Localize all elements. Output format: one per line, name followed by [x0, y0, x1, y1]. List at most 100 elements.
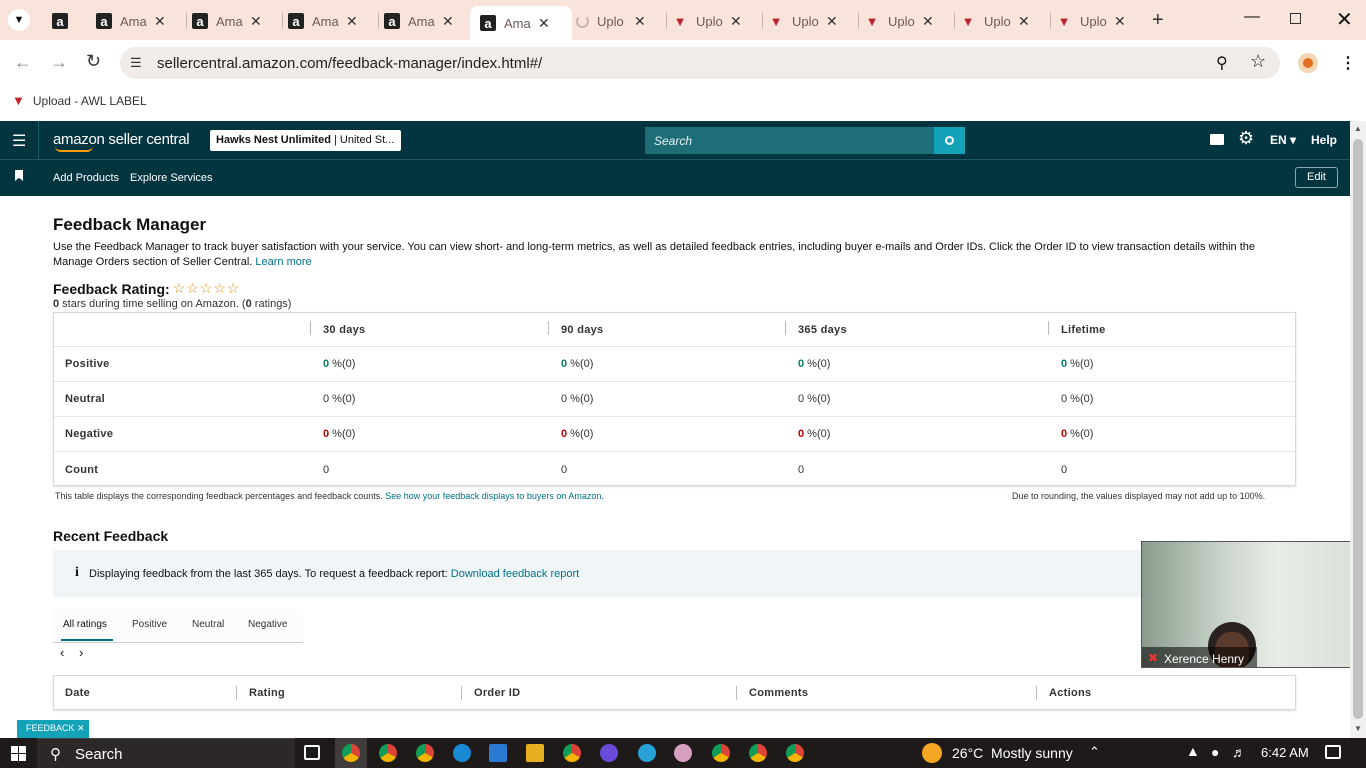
browser-tab[interactable]: a Ama ✕	[92, 6, 182, 36]
clock-time[interactable]: 6:42 AM	[1261, 745, 1309, 760]
tab-close-icon[interactable]: ✕	[442, 13, 454, 30]
browser-tab[interactable]: a Ama ✕	[470, 6, 572, 40]
awl-favicon-icon: ▼	[769, 13, 783, 29]
back-icon[interactable]: ←	[14, 52, 32, 73]
chrome-icon[interactable]	[749, 744, 767, 762]
chrome-icon[interactable]	[342, 744, 360, 762]
browser-tab[interactable]: ▼ Uplo ✕	[764, 6, 854, 36]
file-explorer-icon[interactable]	[526, 744, 544, 762]
tab-positive[interactable]: Positive	[132, 619, 167, 630]
tab-title: Ama	[312, 13, 339, 29]
chrome-icon[interactable]	[416, 744, 434, 762]
scroll-down-icon[interactable]: ▼	[1354, 724, 1362, 733]
minimize-icon[interactable]: —	[1244, 8, 1260, 26]
tab-all-ratings[interactable]: All ratings	[63, 619, 107, 630]
zoom-icon[interactable]: ⚲	[1216, 53, 1228, 73]
tab-negative[interactable]: Negative	[248, 619, 287, 630]
browser-tab[interactable]: a	[48, 6, 76, 36]
browser-tab[interactable]: ▼ Uplo ✕	[956, 6, 1046, 36]
microphone-icon[interactable]: ●	[1211, 744, 1219, 760]
table-cell: 0	[561, 464, 567, 476]
video-call-tile[interactable]: ✖ Xerence Henry	[1141, 541, 1366, 668]
task-view-icon[interactable]	[304, 745, 320, 760]
buyer-display-link[interactable]: See how your feedback displays to buyers…	[385, 491, 604, 501]
gear-icon[interactable]: ⚙	[1238, 128, 1254, 149]
chrome-icon[interactable]	[786, 744, 804, 762]
slack-icon[interactable]	[674, 744, 692, 762]
bookmark-nav-icon[interactable]	[15, 170, 23, 181]
scroll-up-icon[interactable]: ▲	[1354, 124, 1362, 133]
browser-tab[interactable]: ▼ Uplo ✕	[1052, 6, 1142, 36]
help-link[interactable]: Help	[1311, 133, 1337, 147]
feedback-sticky-tab[interactable]: FEEDBACK ✕	[17, 720, 89, 738]
learn-more-link[interactable]: Learn more	[255, 256, 311, 268]
column-header[interactable]: Date	[65, 687, 90, 699]
new-tab-button[interactable]: +	[1152, 9, 1164, 32]
address-bar[interactable]: ☰ sellercentral.amazon.com/feedback-mana…	[120, 47, 1280, 79]
browser-tab[interactable]: a Ama ✕	[380, 6, 470, 36]
browser-tab[interactable]: ▼ Uplo ✕	[860, 6, 950, 36]
browser-tab[interactable]: Uplo ✕	[572, 6, 662, 36]
column-header[interactable]: Actions	[1049, 687, 1091, 699]
tab-close-icon[interactable]: ✕	[826, 13, 838, 30]
site-info-icon[interactable]: ☰	[130, 55, 142, 71]
bookmark-awl[interactable]: ▼ Upload - AWL LABEL	[12, 93, 147, 108]
tab-close-icon[interactable]: ✕	[346, 13, 358, 30]
download-report-link[interactable]: Download feedback report	[451, 568, 579, 580]
zoom-icon[interactable]	[600, 744, 618, 762]
chrome-icon[interactable]	[712, 744, 730, 762]
browser-tab[interactable]: a Ama ✕	[284, 6, 374, 36]
tab-close-icon[interactable]: ✕	[1114, 13, 1126, 30]
forward-icon[interactable]: →	[50, 52, 68, 73]
browser-menu-icon[interactable]: ⋮	[1340, 53, 1356, 73]
column-header[interactable]: Rating	[249, 687, 285, 699]
volume-icon[interactable]: ♬	[1232, 744, 1246, 760]
scroll-left-icon[interactable]: ‹	[60, 645, 64, 660]
nav-add-products[interactable]: Add Products	[53, 172, 119, 184]
column-header[interactable]: Order ID	[474, 687, 520, 699]
mail-icon[interactable]	[1210, 134, 1224, 145]
store-selector[interactable]: Hawks Nest Unlimited | United St...	[210, 130, 401, 151]
search-button[interactable]	[934, 127, 965, 154]
language-selector[interactable]: EN ▾	[1270, 133, 1296, 147]
hamburger-menu-icon[interactable]: ☰	[12, 131, 26, 151]
chrome-icon[interactable]	[563, 744, 581, 762]
close-icon[interactable]: ✕	[77, 723, 85, 733]
tab-separator	[954, 13, 955, 29]
wifi-icon[interactable]: ▲	[1186, 743, 1200, 759]
edit-nav-button[interactable]: Edit	[1295, 167, 1338, 188]
browser-tab[interactable]: a Ama ✕	[188, 6, 278, 36]
tab-close-icon[interactable]: ✕	[538, 15, 550, 32]
tab-close-icon[interactable]: ✕	[1018, 13, 1030, 30]
notifications-icon[interactable]	[1325, 745, 1341, 759]
profile-avatar[interactable]	[1298, 53, 1318, 73]
url-text[interactable]: sellercentral.amazon.com/feedback-manage…	[157, 55, 542, 72]
bookmark-star-icon[interactable]: ☆	[1250, 51, 1266, 72]
chrome-icon[interactable]	[379, 744, 397, 762]
reload-icon[interactable]: ↻	[86, 51, 101, 72]
nav-explore-services[interactable]: Explore Services	[130, 172, 213, 184]
taskbar-search[interactable]: ⚲ Search	[37, 738, 295, 768]
scrollbar-thumb[interactable]	[1353, 139, 1363, 719]
tab-close-icon[interactable]: ✕	[730, 13, 742, 30]
column-header[interactable]: Comments	[749, 687, 808, 699]
telegram-icon[interactable]	[638, 744, 656, 762]
tab-close-icon[interactable]: ✕	[634, 13, 646, 30]
search-input[interactable]: Search	[645, 127, 934, 154]
restore-icon[interactable]	[1290, 13, 1301, 24]
scroll-right-icon[interactable]: ›	[79, 645, 83, 660]
store-icon[interactable]	[489, 744, 507, 762]
edge-icon[interactable]	[453, 744, 471, 762]
windows-start-icon[interactable]	[11, 746, 26, 761]
tab-close-icon[interactable]: ✕	[922, 13, 934, 30]
tray-chevron-icon[interactable]: ⌃	[1089, 744, 1100, 760]
close-window-icon[interactable]: ✕	[1336, 7, 1353, 32]
browser-tab[interactable]: ▼ Uplo ✕	[668, 6, 758, 36]
tab-neutral[interactable]: Neutral	[192, 619, 224, 630]
weather-text[interactable]: 26°C Mostly sunny	[952, 745, 1073, 761]
tab-search-chevron-icon[interactable]: ▼	[8, 9, 30, 31]
loading-spinner-icon	[576, 14, 589, 28]
page-scrollbar[interactable]: ▲ ▼	[1350, 121, 1366, 738]
tab-close-icon[interactable]: ✕	[154, 13, 166, 30]
tab-close-icon[interactable]: ✕	[250, 13, 262, 30]
